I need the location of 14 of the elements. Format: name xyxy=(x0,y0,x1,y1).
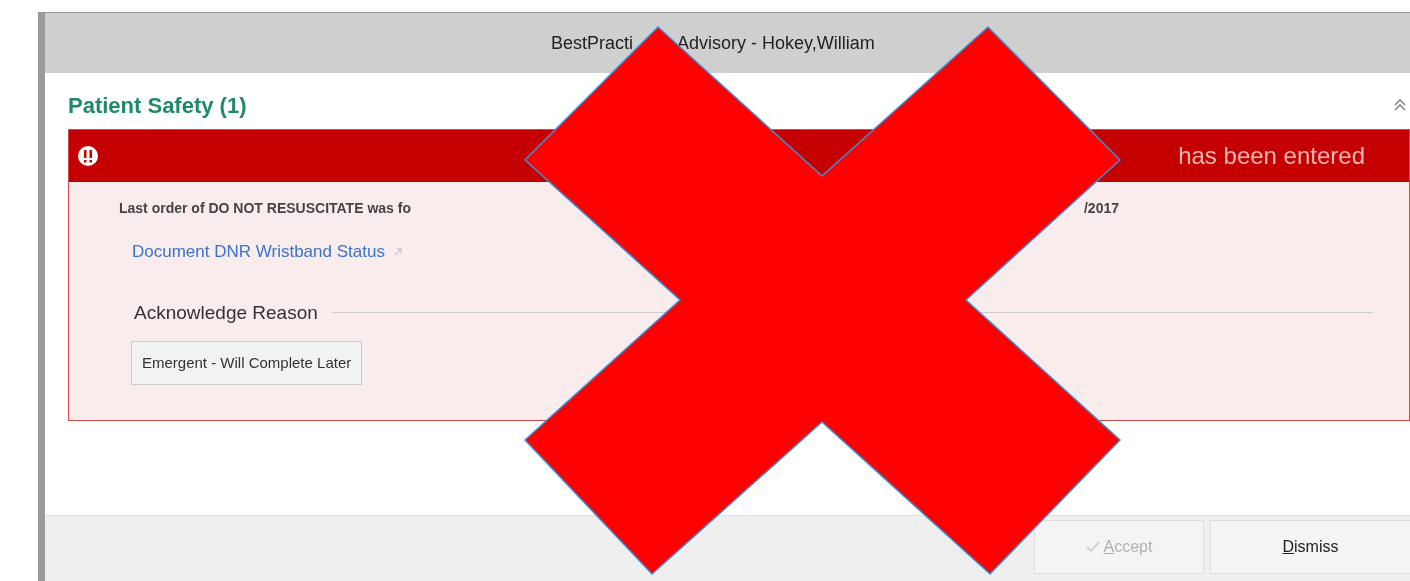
alert-title: has been entered xyxy=(1178,141,1366,171)
alert-message: /2017 xyxy=(1083,199,1119,218)
collapse-chevron-icon[interactable] xyxy=(1394,98,1406,112)
external-link-icon xyxy=(392,246,403,257)
reason-heading: Acknowledge Reason xyxy=(134,300,318,325)
alert-message: Last order of DO NOT RESUSCITATE was fo xyxy=(119,199,411,218)
section-title: Patient Safety (1) xyxy=(68,91,247,120)
check-icon xyxy=(1085,540,1100,553)
alert-icon xyxy=(77,145,99,167)
wristband-link[interactable]: Document DNR Wristband Status xyxy=(132,239,385,265)
dismiss-button[interactable]: Dismiss xyxy=(1210,519,1410,574)
window-title: Advisory - Hokey,William xyxy=(677,31,875,55)
reason-button[interactable]: Emergent - Will Complete Later xyxy=(131,341,363,385)
window-title: BestPracti xyxy=(549,31,633,55)
